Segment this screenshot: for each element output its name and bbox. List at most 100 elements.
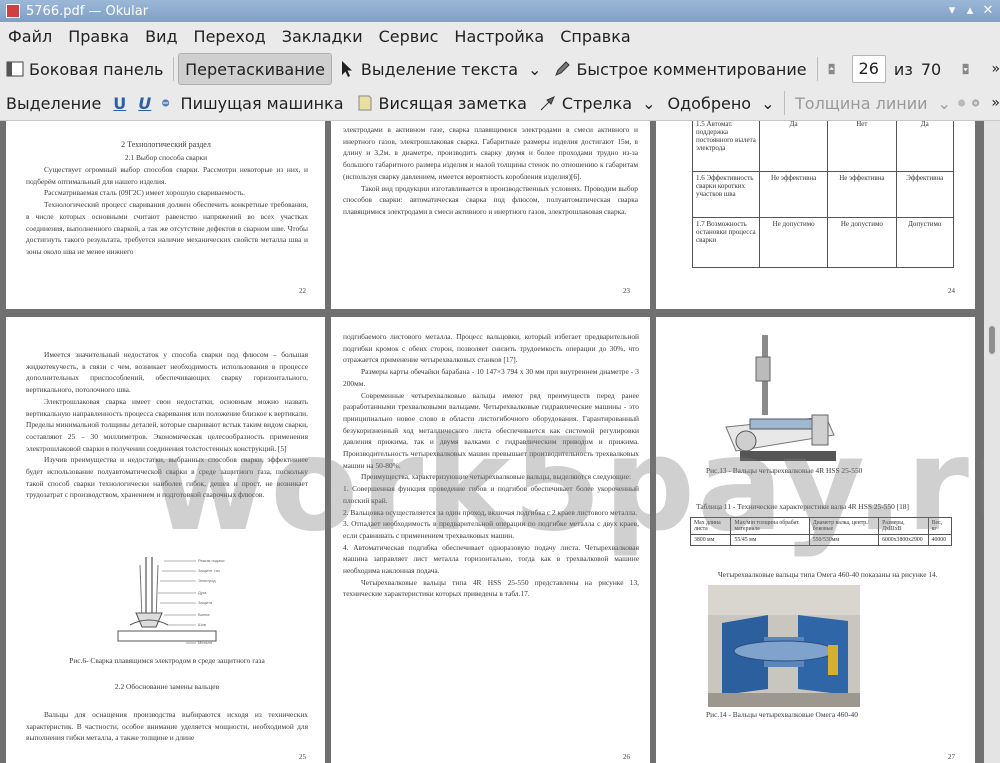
next-page-icon[interactable] — [959, 60, 972, 78]
previous-page-icon[interactable] — [825, 60, 838, 78]
menu-help[interactable]: Справка — [552, 22, 639, 52]
page-number: 22 — [299, 287, 306, 295]
menu-edit[interactable]: Правка — [60, 22, 137, 52]
table-header-cell: Диаметр валка, центр./ боковые — [808, 517, 880, 535]
arrow-tool-icon — [540, 96, 555, 111]
total-pages: 70 — [920, 59, 942, 79]
table-cell: Да — [758, 121, 829, 172]
svg-text:Защитн. газ: Защитн. газ — [198, 568, 220, 573]
page-text: Имеется значительный недостаток у способ… — [26, 350, 308, 500]
toolbar-separator — [816, 57, 818, 81]
table-header-cell: Вес, кг — [927, 517, 953, 535]
scrollbar-thumb[interactable] — [989, 326, 995, 354]
table-cell: 1.7 Возможность остановки процесса сварк… — [692, 217, 760, 268]
figure-caption: Рис.14 - Вальцы четырехвалковые Омега 46… — [706, 710, 858, 719]
figure-caption: Рис.6- Сварка плавящимся электродом в ср… — [69, 656, 265, 665]
page-text: электродами в активном газе, сварка плав… — [343, 125, 638, 216]
table-cell: Допустимо — [895, 217, 954, 268]
svg-text:Защита: Защита — [198, 600, 213, 605]
highlight-label: Выделение — [6, 93, 102, 113]
table-cell: 550/530мм — [808, 534, 880, 546]
svg-text:Электрод: Электрод — [198, 578, 216, 583]
chevron-down-icon[interactable]: ⌄ — [528, 60, 541, 79]
page-number: 26 — [623, 753, 630, 761]
table-cell: Не эффективна — [827, 171, 897, 218]
page-number: 27 — [948, 753, 955, 761]
underline-icon[interactable]: U — [113, 94, 126, 113]
table-cell: 40000 — [927, 534, 953, 546]
minimize-icon[interactable]: ▾ — [944, 3, 960, 19]
page-26: подгибаемого листового металла. Процесс … — [331, 317, 650, 763]
chevron-down-icon[interactable]: ⌄ — [938, 94, 951, 113]
menu-bookmarks[interactable]: Закладки — [274, 22, 371, 52]
sticky-note-button[interactable]: Висящая заметка — [350, 88, 533, 118]
text-select-label: Выделение текста — [360, 59, 519, 79]
more-icon[interactable]: » — [991, 95, 1000, 111]
text-select-button[interactable]: Выделение текста ⌄ — [332, 54, 548, 84]
line-width-label: Толщина линии — [795, 93, 928, 113]
rolling-machine-photo — [716, 331, 846, 471]
comparison-table: 1.5 Автомат. поддержка постоянного вылет… — [692, 121, 954, 268]
section-heading: 2 Технологический раздел — [121, 140, 211, 149]
chevron-down-icon[interactable]: ⌄ — [761, 94, 774, 113]
chevron-down-icon[interactable]: ⌄ — [642, 94, 655, 113]
document-viewport[interactable]: 2 Технологический раздел 2.1 Выбор спосо… — [0, 121, 984, 763]
strikeout-icon[interactable] — [161, 94, 170, 112]
vertical-scrollbar[interactable] — [984, 121, 1000, 763]
app-icon — [6, 4, 20, 18]
drag-mode-button[interactable]: Перетаскивание — [178, 53, 332, 85]
menu-tools[interactable]: Сервис — [371, 22, 447, 52]
approved-stamp-button[interactable]: Одобрено ⌄ — [662, 88, 781, 118]
table-cell: 6000х3800х2900 — [878, 534, 929, 546]
page-25: Имеется значительный недостаток у способ… — [6, 317, 325, 763]
menu-bar: Файл Правка Вид Переход Закладки Сервис … — [0, 22, 1000, 52]
arrow-button[interactable]: Стрелка ⌄ — [533, 88, 662, 118]
typewriter-button[interactable]: Пишущая машинка — [175, 88, 350, 118]
menu-file[interactable]: Файл — [0, 22, 60, 52]
opacity-icon[interactable] — [971, 94, 980, 112]
of-label: из — [893, 59, 913, 79]
table-header-cell: Размеры, ДхШхВ — [878, 517, 929, 535]
maximize-icon[interactable]: ▴ — [962, 3, 978, 19]
close-icon[interactable]: ✕ — [980, 3, 996, 19]
more-icon[interactable]: » — [991, 61, 1000, 77]
sidebar-label: Боковая панель — [29, 59, 164, 79]
page-22: 2 Технологический раздел 2.1 Выбор спосо… — [6, 121, 325, 309]
table-cell: Не эффективна — [758, 171, 829, 218]
note-icon — [358, 95, 372, 111]
svg-text:Шов: Шов — [198, 622, 206, 627]
main-toolbar: Боковая панель Перетаскивание Выделение … — [0, 52, 1000, 86]
line-width-button[interactable]: Толщина линии ⌄ — [789, 88, 957, 118]
highlight-button[interactable]: Выделение — [0, 88, 107, 118]
welding-diagram: Режим подачи Защитн. газ Электрод Дуга Защи… — [116, 555, 236, 653]
table-cell: 55/45 мм — [730, 534, 810, 546]
figure-caption: Рис.13 - Вальцы четырехвалковые 4R HSS 2… — [706, 466, 863, 475]
svg-text:Дуга: Дуга — [198, 590, 207, 595]
drag-mode-label: Перетаскивание — [185, 59, 325, 79]
page-number-input[interactable]: 26 — [851, 55, 886, 83]
toolbar-separator — [173, 57, 175, 81]
table-cell: Не допустимо — [827, 217, 897, 268]
menu-settings[interactable]: Настройка — [446, 22, 552, 52]
color-icon[interactable] — [957, 94, 966, 112]
svg-text:Режим подачи: Режим подачи — [198, 558, 225, 563]
typewriter-label: Пишущая машинка — [180, 93, 344, 113]
pen-icon — [555, 61, 571, 76]
menu-go[interactable]: Переход — [186, 22, 274, 52]
sidebar-button[interactable]: Боковая панель — [0, 54, 169, 84]
arrow-label: Стрелка — [561, 93, 633, 113]
table-cell: Не допустимо — [758, 217, 829, 268]
menu-view[interactable]: Вид — [137, 22, 185, 52]
page-text: подгибаемого листового металла. Процесс … — [343, 332, 639, 599]
page-number: 25 — [299, 753, 306, 761]
page-text: Четырехвалковые вальцы типа Омега 460-40… — [718, 570, 938, 579]
section-subheading: 2.1 Выбор способа сварки — [124, 153, 208, 162]
quick-comment-button[interactable]: Быстрое комментирование — [547, 54, 812, 84]
page-number: 23 — [623, 287, 630, 295]
specs-table: Мах длина листа Мах/мін толщина обрабат.… — [689, 517, 953, 546]
page-24: 1.5 Автомат. поддержка постоянного вылет… — [656, 121, 975, 309]
table-title: Таблица 11 - Технические характеристики … — [696, 502, 909, 511]
page-text: Вальцы для оснащения производства выбира… — [26, 710, 308, 743]
svg-text:Ванна: Ванна — [198, 612, 210, 617]
squiggle-icon[interactable]: U — [138, 94, 151, 113]
